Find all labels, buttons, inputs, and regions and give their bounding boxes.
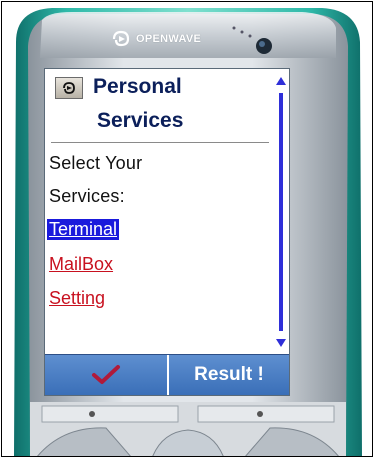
openwave-swirl-icon	[63, 82, 75, 94]
softkey-left-ok[interactable]	[45, 355, 169, 395]
app-icon	[55, 77, 83, 99]
checkmark-icon	[92, 365, 120, 384]
prompt-line1: Select Your	[49, 153, 143, 173]
scrollbar[interactable]	[275, 75, 287, 349]
prompt-line2: Services:	[49, 186, 125, 206]
earpiece-icon	[232, 26, 272, 54]
screen-header: Personal Services	[45, 69, 275, 143]
page-title-line1: Personal	[93, 75, 182, 98]
scroll-track[interactable]	[279, 93, 283, 331]
brand-name: OPENWAVE	[136, 33, 202, 45]
link-terminal[interactable]: Terminal	[47, 219, 120, 240]
softkey-right-result[interactable]: Result !	[169, 355, 289, 395]
softkey-bar: Result !	[45, 354, 289, 395]
softkey-right-label: Result !	[194, 364, 264, 385]
link-setting[interactable]: Setting	[49, 288, 105, 309]
link-mailbox[interactable]: MailBox	[49, 254, 113, 275]
scroll-up-icon[interactable]	[275, 75, 287, 87]
phone-simulator-frame: OPENWAVE Personal Services Select Your S…	[1, 1, 373, 457]
header-divider	[51, 142, 269, 143]
brand-logo: OPENWAVE	[110, 30, 201, 48]
phone-screen: Personal Services Select Your Services: …	[44, 68, 290, 396]
openwave-swirl-icon	[112, 30, 130, 47]
scroll-down-icon[interactable]	[275, 337, 287, 349]
page-title-line2: Services	[97, 109, 184, 132]
